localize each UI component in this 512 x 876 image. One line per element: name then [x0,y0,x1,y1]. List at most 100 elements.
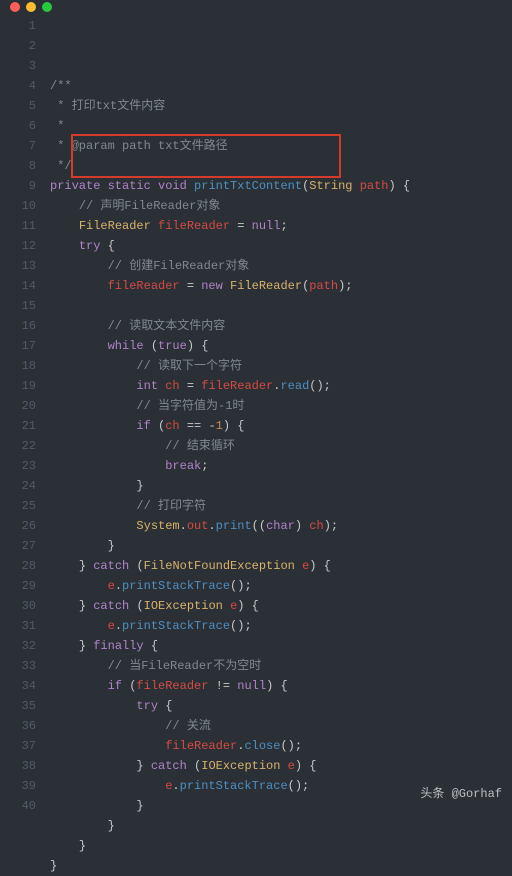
code-token: // 当字符值为-1时 [136,399,244,413]
code-token: FileNotFoundException [144,559,302,573]
code-token: (( [252,519,266,533]
code-token: ; [201,459,208,473]
code-line: } catch (IOException e) { [50,596,512,616]
close-icon[interactable] [10,2,20,12]
code-line: } catch (FileNotFoundException e) { [50,556,512,576]
code-token: // 创建FileReader对象 [108,259,250,273]
line-number: 6 [8,116,36,136]
code-token: } [136,759,150,773]
code-line: try { [50,236,512,256]
code-token: // 声明FileReader对象 [79,199,221,213]
code-token: } [50,859,57,873]
code-line: // 读取文本文件内容 [50,316,512,336]
code-token: while [108,339,151,353]
code-token: fileReader [165,739,237,753]
code-line: // 当字符值为-1时 [50,396,512,416]
code-token: */ [50,159,72,173]
code-token: if [108,679,130,693]
code-token: != [216,679,238,693]
code-token: out [187,519,209,533]
line-number: 12 [8,236,36,256]
code-token: try [136,699,165,713]
code-token: fileReader [201,379,273,393]
code-token: (); [280,739,302,753]
code-token: . [115,579,122,593]
code-token: } [136,799,143,813]
code-token: private [50,179,108,193]
code-token: e [108,619,115,633]
line-number: 19 [8,376,36,396]
code-token: printStackTrace [122,579,230,593]
zoom-icon[interactable] [42,2,52,12]
code-token: read [280,379,309,393]
code-token: ) { [309,559,331,573]
code-token: 1 [216,419,223,433]
line-number: 20 [8,396,36,416]
line-number: 40 [8,796,36,816]
code-token: printStackTrace [180,779,288,793]
code-token: static [108,179,158,193]
code-line: e.printStackTrace(); [50,576,512,596]
line-number: 2 [8,36,36,56]
code-token: // 读取下一个字符 [136,359,242,373]
code-token: new [201,279,230,293]
code-token: ) { [237,599,259,613]
line-number: 13 [8,256,36,276]
code-line: while (true) { [50,336,512,356]
line-number: 24 [8,476,36,496]
line-number: 35 [8,696,36,716]
code-token: * @param path txt文件路径 [50,139,228,153]
line-number: 32 [8,636,36,656]
code-token: ) { [295,759,317,773]
code-token: catch [93,559,136,573]
code-token: ) { [223,419,245,433]
code-line: /** [50,76,512,96]
code-line: if (ch == -1) { [50,416,512,436]
code-line: fileReader.close(); [50,736,512,756]
code-token: printTxtContent [194,179,302,193]
code-token: printStackTrace [122,619,230,633]
code-line: FileReader fileReader = null; [50,216,512,236]
code-token: /** [50,79,72,93]
code-token: close [244,739,280,753]
line-number: 18 [8,356,36,376]
code-token: ); [338,279,352,293]
line-number: 27 [8,536,36,556]
code-token: // 结束循环 [165,439,235,453]
code-token: = [187,279,201,293]
code-token: == [187,419,209,433]
line-number: 21 [8,416,36,436]
code-token: e [108,579,115,593]
code-token: . [208,519,215,533]
code-token: ) { [266,679,288,693]
code-token: FileReader [230,279,302,293]
code-token: IOException [201,759,287,773]
code-token: ch [309,519,323,533]
code-token: true [158,339,187,353]
code-token: (); [288,779,310,793]
code-token: print [216,519,252,533]
code-token: - [208,419,215,433]
code-token: } [79,639,93,653]
line-number: 30 [8,596,36,616]
code-line: System.out.print((char) ch); [50,516,512,536]
minimize-icon[interactable] [26,2,36,12]
code-line: if (fileReader != null) { [50,676,512,696]
code-line: } catch (IOException e) { [50,756,512,776]
code-token: try [79,239,108,253]
code-line: } finally { [50,636,512,656]
code-line: } [50,816,512,836]
code-token: . [180,519,187,533]
line-number: 9 [8,176,36,196]
code-line: // 创建FileReader对象 [50,256,512,276]
code-token: FileReader [79,219,158,233]
code-token: IOException [144,599,230,613]
code-token: ; [280,219,287,233]
code-token: ); [324,519,338,533]
code-line: */ [50,156,512,176]
code-token: { [151,639,158,653]
line-number: 14 [8,276,36,296]
line-number: 31 [8,616,36,636]
code-token: catch [151,759,194,773]
code-token: } [108,539,115,553]
